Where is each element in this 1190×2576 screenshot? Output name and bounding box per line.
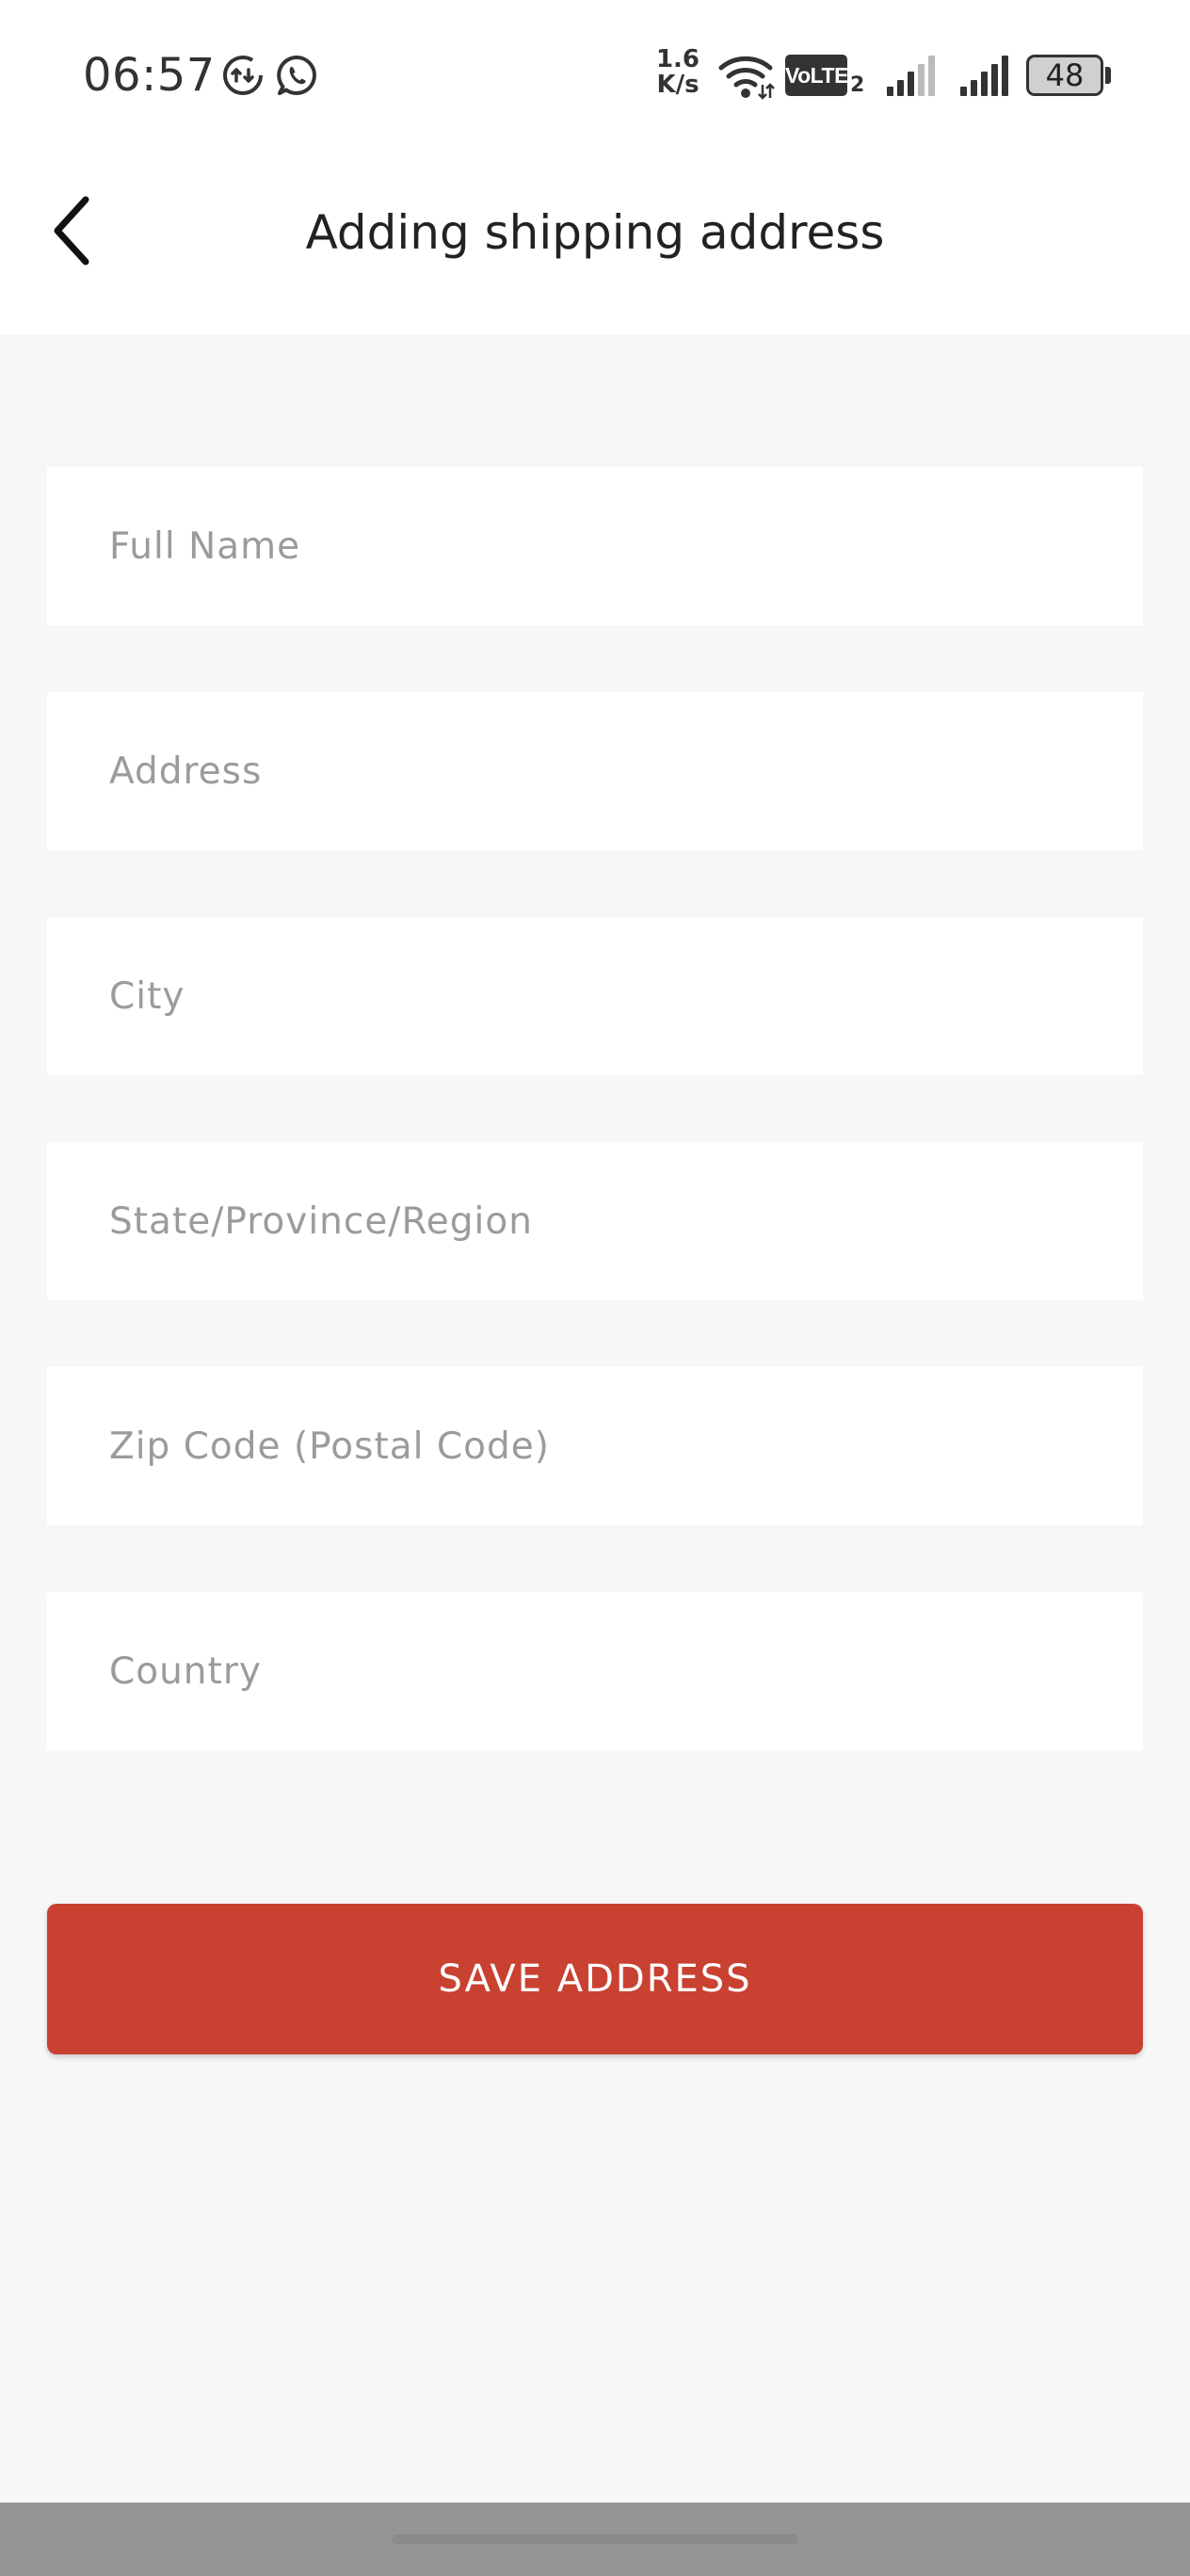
gesture-handle[interactable] [392, 2535, 798, 2544]
state-province-region-input[interactable] [47, 1142, 1143, 1300]
sim-index: 2 [850, 73, 865, 97]
wifi-icon [718, 56, 775, 100]
network-speed: 1.6 K/s [653, 47, 702, 98]
zip-code-input[interactable] [47, 1367, 1143, 1525]
signal-sim1-icon [887, 56, 935, 96]
page-title: Adding shipping address [305, 205, 885, 260]
volte-icon: VoLTE [785, 55, 848, 96]
save-address-button[interactable]: SAVE ADDRESS [47, 1904, 1143, 2054]
address-input[interactable] [47, 692, 1143, 850]
full-name-input[interactable] [47, 467, 1143, 625]
signal-sim2-icon [960, 56, 1008, 96]
volte-label: VoLTE [785, 63, 848, 88]
battery-level: 48 [1045, 57, 1085, 93]
country-input[interactable] [47, 1592, 1143, 1750]
app-header: Adding shipping address [0, 151, 1190, 335]
network-speed-unit: K/s [656, 71, 700, 99]
battery-icon: 48 [1026, 55, 1111, 96]
network-speed-value: 1.6 [655, 45, 700, 73]
system-navigation-bar [0, 2503, 1190, 2576]
status-bar: 06:57 1.6 K/s VoLTE 2 48 [0, 0, 1190, 151]
shipping-address-form [47, 467, 1143, 1817]
status-time: 06:57 [83, 49, 216, 102]
whatsapp-icon [277, 55, 316, 95]
city-input[interactable] [47, 917, 1143, 1075]
data-saver-icon [223, 56, 263, 95]
